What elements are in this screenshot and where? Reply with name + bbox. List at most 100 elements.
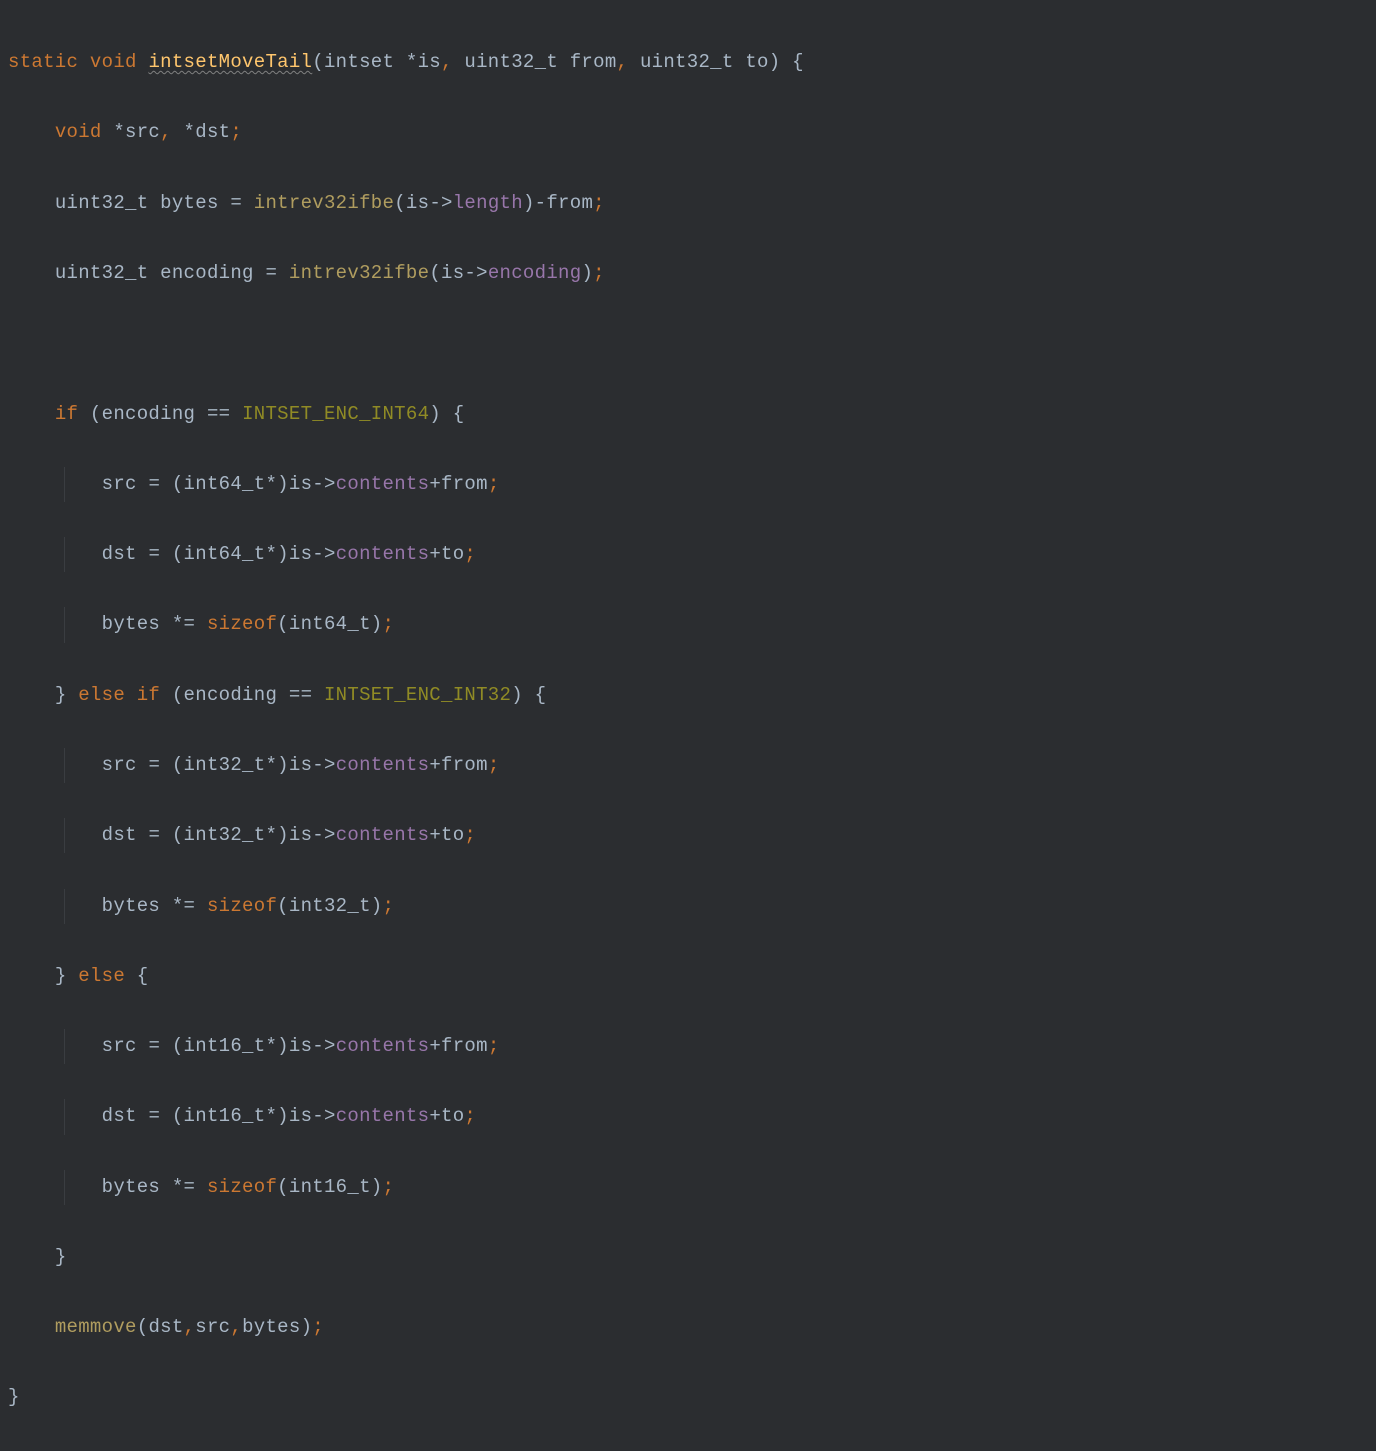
var-bytes: bytes (160, 192, 219, 214)
semi: ; (488, 1035, 500, 1057)
var-from: from (441, 1035, 488, 1057)
lparen: ( (90, 403, 102, 425)
lparen: ( (172, 824, 184, 846)
var-bytes: bytes (102, 895, 161, 917)
arrow: -> (464, 262, 487, 284)
code-line[interactable]: bytes *= sizeof(int64_t); (8, 607, 1376, 642)
member-contents: contents (336, 824, 430, 846)
arrow: -> (312, 824, 335, 846)
code-line[interactable]: dst = (int16_t*)is->contents+to; (8, 1099, 1376, 1134)
rparen: ) (277, 543, 289, 565)
lparen: ( (172, 1105, 184, 1127)
rparen: ) (511, 684, 523, 706)
rbrace: } (8, 1386, 20, 1408)
var-encoding: encoding (160, 262, 254, 284)
var-dst: dst (102, 543, 137, 565)
var-is: is (406, 192, 429, 214)
type-int32: int32_t (289, 895, 371, 917)
var-is: is (289, 473, 312, 495)
var-dst: dst (195, 121, 230, 143)
code-line[interactable]: static void intsetMoveTail(intset *is, u… (8, 45, 1376, 80)
code-line[interactable]: uint32_t encoding = intrev32ifbe(is->enc… (8, 256, 1376, 291)
semi: ; (464, 1105, 476, 1127)
code-line[interactable]: } (8, 1380, 1376, 1415)
plus: + (429, 1105, 441, 1127)
var-bytes: bytes (102, 613, 161, 635)
plus: + (429, 1035, 441, 1057)
code-line[interactable]: memmove(dst,src,bytes); (8, 1310, 1376, 1345)
semi: ; (488, 754, 500, 776)
code-line[interactable]: src = (int32_t*)is->contents+from; (8, 748, 1376, 783)
semi: ; (312, 1316, 324, 1338)
stareq: *= (172, 613, 195, 635)
star: * (265, 1105, 277, 1127)
keyword-else: else (78, 684, 125, 706)
code-line[interactable]: src = (int16_t*)is->contents+from; (8, 1029, 1376, 1064)
type-int16: int16_t (289, 1176, 371, 1198)
code-line[interactable]: void *src, *dst; (8, 115, 1376, 150)
semi: ; (593, 192, 605, 214)
var-bytes: bytes (102, 1176, 161, 1198)
rparen: ) (429, 403, 441, 425)
code-editor[interactable]: static void intsetMoveTail(intset *is, u… (0, 10, 1376, 1451)
code-line[interactable]: src = (int64_t*)is->contents+from; (8, 467, 1376, 502)
var-dst: dst (102, 1105, 137, 1127)
semi: ; (383, 895, 395, 917)
type-intset: intset (324, 51, 394, 73)
code-line[interactable]: if (encoding == INTSET_ENC_INT64) { (8, 397, 1376, 432)
var-to: to (441, 543, 464, 565)
plus: + (429, 543, 441, 565)
code-line[interactable]: dst = (int32_t*)is->contents+to; (8, 818, 1376, 853)
stareq: *= (172, 1176, 195, 1198)
type-uint32: uint32_t (464, 51, 558, 73)
code-line-empty[interactable] (8, 326, 1376, 361)
type-int64: int64_t (184, 473, 266, 495)
code-line[interactable]: bytes *= sizeof(int16_t); (8, 1170, 1376, 1205)
code-line[interactable]: } (8, 1240, 1376, 1275)
var-src: src (125, 121, 160, 143)
var-src: src (102, 754, 137, 776)
code-line[interactable]: dst = (int64_t*)is->contents+to; (8, 537, 1376, 572)
rparen: ) (277, 1035, 289, 1057)
code-line[interactable]: } else if (encoding == INTSET_ENC_INT32)… (8, 678, 1376, 713)
comma: , (184, 1316, 196, 1338)
comma: , (230, 1316, 242, 1338)
var-src: src (102, 473, 137, 495)
eq: = (148, 543, 160, 565)
member-contents: contents (336, 1105, 430, 1127)
type-uint32: uint32_t (55, 192, 149, 214)
var-is: is (289, 543, 312, 565)
plus: + (429, 824, 441, 846)
eq: = (265, 262, 277, 284)
arrow: -> (312, 473, 335, 495)
param-is: is (418, 51, 441, 73)
fn-intrev: intrev32ifbe (254, 192, 394, 214)
type-uint32: uint32_t (55, 262, 149, 284)
var-dst: dst (148, 1316, 183, 1338)
keyword-void: void (55, 121, 102, 143)
semi: ; (464, 543, 476, 565)
var-is: is (289, 824, 312, 846)
macro-int64: INTSET_ENC_INT64 (242, 403, 429, 425)
type-int32: int32_t (184, 824, 266, 846)
var-to: to (441, 824, 464, 846)
minus: - (535, 192, 547, 214)
var-is: is (289, 1105, 312, 1127)
code-line[interactable]: } else { (8, 959, 1376, 994)
member-length: length (453, 192, 523, 214)
eqeq: == (207, 403, 230, 425)
code-line[interactable]: uint32_t bytes = intrev32ifbe(is->length… (8, 186, 1376, 221)
rparen: ) (277, 473, 289, 495)
star: * (406, 51, 418, 73)
code-line[interactable]: bytes *= sizeof(int32_t); (8, 889, 1376, 924)
semi: ; (593, 262, 605, 284)
var-encoding: encoding (184, 684, 278, 706)
var-bytes: bytes (242, 1316, 301, 1338)
stareq: *= (172, 895, 195, 917)
plus: + (429, 754, 441, 776)
type-int32: int32_t (184, 754, 266, 776)
lparen: ( (277, 895, 289, 917)
semi: ; (464, 824, 476, 846)
star: * (265, 473, 277, 495)
var-encoding: encoding (102, 403, 196, 425)
